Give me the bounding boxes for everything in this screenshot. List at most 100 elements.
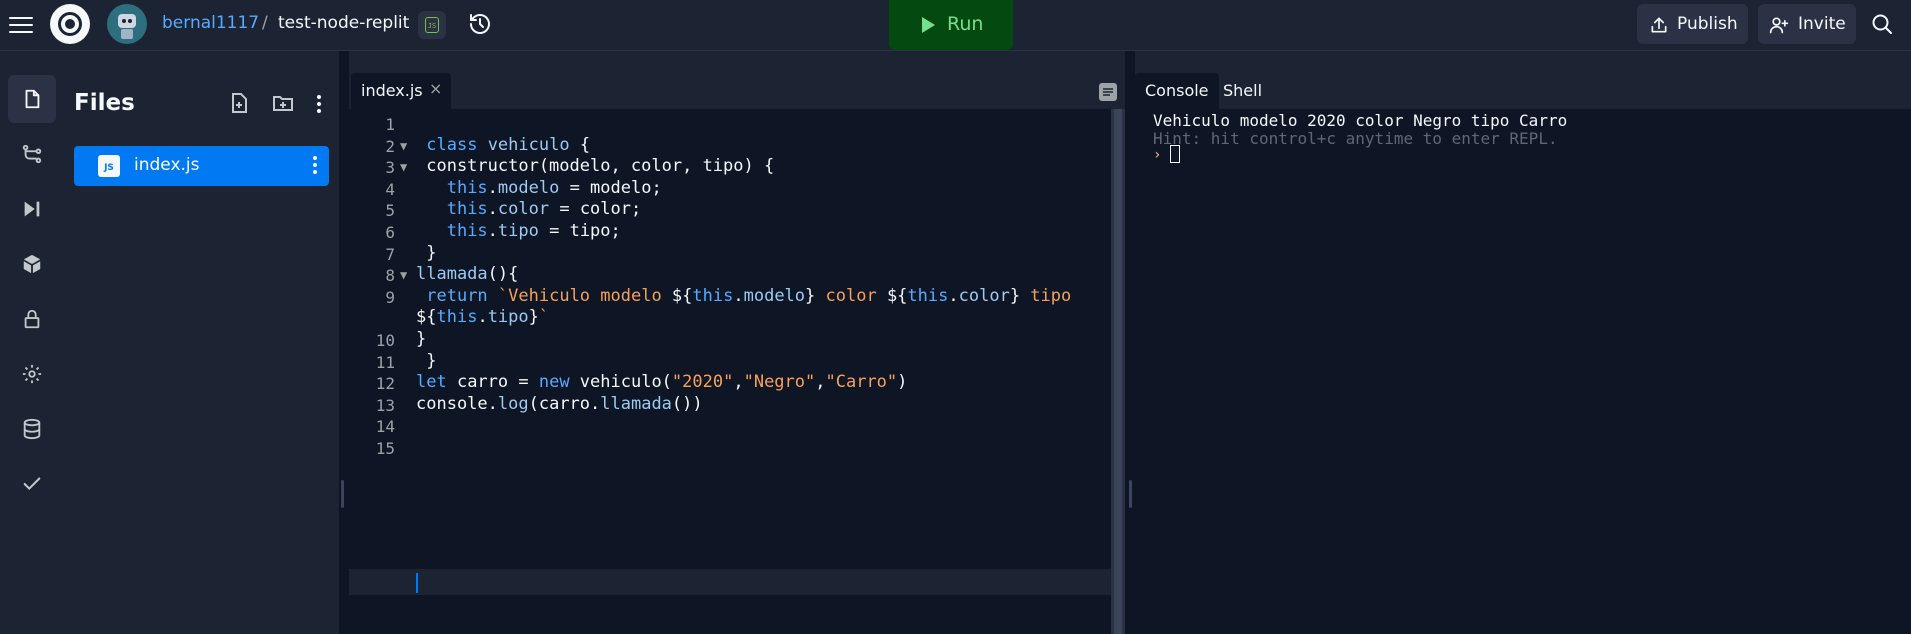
code-line: let carro = new vehiculo("2020","Negro",… xyxy=(416,372,908,393)
robot-eye xyxy=(128,19,132,23)
editor-scrollbar[interactable] xyxy=(1111,109,1125,634)
packages-icon xyxy=(23,254,41,274)
file-options-icon[interactable] xyxy=(312,156,318,176)
new-file-icon[interactable] xyxy=(227,91,251,115)
history-icon[interactable] xyxy=(468,12,492,36)
console-output-line: Vehiculo modelo 2020 color Negro tipo Ca… xyxy=(1153,111,1568,130)
fold-arrow-icon[interactable]: ▼ xyxy=(400,139,407,153)
files-panel-title: Files xyxy=(74,90,135,116)
tab-shell[interactable]: Shell xyxy=(1219,73,1279,109)
settings-gear-icon xyxy=(22,364,42,384)
code-editor-pane: index.js × 1 2 ▼ class vehiculo {3 ▼ constr… xyxy=(349,51,1125,634)
robot-avatar-icon xyxy=(118,14,136,28)
search-icon[interactable] xyxy=(1870,12,1894,36)
files-menu-icon[interactable] xyxy=(316,95,324,119)
text-caret xyxy=(416,573,418,593)
javascript-file-icon: JS xyxy=(98,155,120,177)
line-number: 5 xyxy=(385,201,395,221)
code-line: } xyxy=(416,329,427,349)
line-number: 10 xyxy=(375,331,395,350)
top-bar: bernal1117 / test-node-replit JS Run Pub… xyxy=(0,0,1911,51)
invite-label: Invite xyxy=(1798,14,1846,34)
nodejs-language-icon[interactable]: JS xyxy=(418,11,446,39)
pane-resize-handle[interactable] xyxy=(1129,480,1132,508)
tab-index-js[interactable]: index.js × xyxy=(351,73,451,109)
line-number: 15 xyxy=(375,439,395,458)
tab-label: index.js xyxy=(361,81,423,100)
play-icon xyxy=(922,17,935,33)
git-branch-icon xyxy=(22,144,42,164)
console-cursor xyxy=(1170,145,1180,163)
code-line: } xyxy=(416,242,437,263)
line-number: 11 xyxy=(375,352,395,372)
line-number: 2 xyxy=(385,136,395,156)
files-panel: Files JS index.js xyxy=(64,51,341,634)
fold-arrow-icon[interactable]: ▼ xyxy=(400,160,407,174)
database-icon xyxy=(23,418,41,440)
line-number: 13 xyxy=(375,395,395,415)
git-tool-button[interactable] xyxy=(8,130,56,178)
settings-tool-button[interactable] xyxy=(8,350,56,398)
code-line: ${this.tipo}` xyxy=(416,307,550,328)
packages-tool-button[interactable] xyxy=(8,240,56,288)
line-number: 12 xyxy=(375,374,395,394)
pane-resize-handle[interactable] xyxy=(341,480,344,508)
console-output[interactable]: Vehiculo modelo 2020 color Negro tipo Ca… xyxy=(1135,109,1911,634)
tab-console[interactable]: Console xyxy=(1135,73,1219,109)
robot-body xyxy=(121,29,133,39)
run-button[interactable]: Run xyxy=(889,0,1013,50)
tools-sidebar xyxy=(0,51,65,634)
menu-hamburger-icon[interactable] xyxy=(9,14,33,34)
console-pane: Console Shell Vehiculo modelo 2020 color… xyxy=(1135,51,1911,634)
close-icon[interactable]: × xyxy=(429,79,442,98)
breadcrumb-separator: / xyxy=(262,13,268,33)
format-code-icon[interactable] xyxy=(1098,82,1118,102)
debugger-tool-button[interactable] xyxy=(8,185,56,233)
line-number: 6 xyxy=(385,223,395,242)
database-tool-button[interactable] xyxy=(8,405,56,453)
prompt-chevron-icon: › xyxy=(1153,147,1162,163)
debugger-icon xyxy=(24,201,40,217)
invite-button[interactable]: Invite xyxy=(1758,4,1856,44)
repl-name[interactable]: test-node-replit xyxy=(278,13,409,33)
files-tool-button[interactable] xyxy=(8,75,56,123)
nodejs-badge-label: JS xyxy=(425,17,439,33)
run-button-label: Run xyxy=(947,13,984,35)
tab-shell-label: Shell xyxy=(1223,81,1263,100)
line-number: 8 xyxy=(385,266,395,286)
line-number: 4 xyxy=(385,179,395,199)
console-hint: Hint: hit control+c anytime to enter REP… xyxy=(1153,129,1558,148)
code-area[interactable]: 1 2 ▼ class vehiculo {3 ▼ constructor(model… xyxy=(349,109,1111,634)
secrets-lock-icon xyxy=(24,309,40,329)
robot-eye xyxy=(122,19,126,23)
fold-arrow-icon[interactable]: ▼ xyxy=(400,268,407,282)
line-number: 7 xyxy=(385,244,395,264)
code-line: this.tipo = tipo; xyxy=(446,221,621,241)
files-icon xyxy=(25,89,40,109)
current-line-highlight xyxy=(349,569,1111,595)
code-line: this.modelo = modelo; xyxy=(446,177,662,198)
username-link[interactable]: bernal1117 xyxy=(162,13,259,33)
publish-button[interactable]: Publish xyxy=(1637,4,1748,44)
new-folder-icon[interactable] xyxy=(271,91,295,115)
line-number: 1 xyxy=(385,115,395,134)
code-line: class vehiculo { xyxy=(426,134,591,155)
add-user-icon xyxy=(1769,17,1789,34)
file-item-index-js[interactable]: JS index.js xyxy=(74,146,329,186)
scrollbar-thumb[interactable] xyxy=(1114,109,1122,634)
replit-logo-icon[interactable] xyxy=(50,4,90,44)
code-line: console.log(carro.llamada()) xyxy=(416,393,703,414)
file-name: index.js xyxy=(134,155,200,175)
secrets-tool-button[interactable] xyxy=(8,295,56,343)
code-line: return `Vehiculo modelo ${this.modelo} c… xyxy=(426,285,1072,306)
editor-tabs: index.js × xyxy=(349,51,1125,109)
line-number: 9 xyxy=(385,287,395,307)
tab-console-label: Console xyxy=(1145,81,1209,100)
unit-tests-tool-button[interactable] xyxy=(8,460,56,508)
upload-icon xyxy=(1651,17,1667,33)
line-number: 3 xyxy=(385,158,395,178)
user-avatar[interactable] xyxy=(107,4,147,44)
publish-label: Publish xyxy=(1677,14,1738,34)
code-line: } xyxy=(416,350,437,371)
code-line: constructor(modelo, color, tipo) { xyxy=(416,156,775,177)
